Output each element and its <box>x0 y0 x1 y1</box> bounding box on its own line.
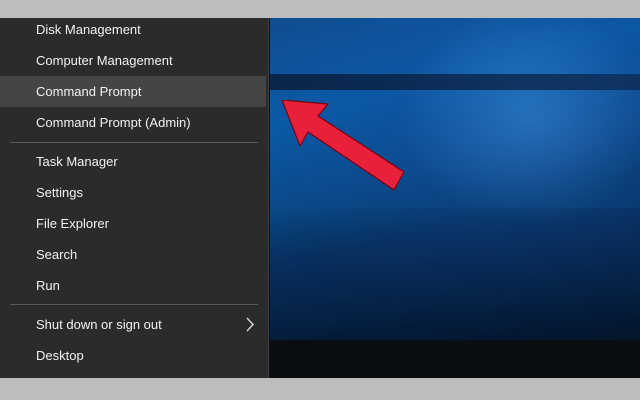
menu-item-label: Run <box>36 278 60 293</box>
menu-separator <box>10 304 258 305</box>
menu-separator <box>10 142 258 143</box>
menu-item-label: Shut down or sign out <box>36 317 162 332</box>
red-arrow-icon <box>281 100 405 191</box>
menu-item-label: Computer Management <box>36 53 173 68</box>
menu-item-label: Disk Management <box>36 22 141 37</box>
menu-item-computer-management[interactable]: Computer Management <box>0 45 266 76</box>
wallpaper-band <box>270 74 640 90</box>
menu-item-label: Task Manager <box>36 154 118 169</box>
menu-item-label: Command Prompt <box>36 84 142 99</box>
menu-item-label: File Explorer <box>36 216 109 231</box>
menu-item-desktop[interactable]: Desktop <box>0 340 266 371</box>
screen: Disk Management Computer Management Comm… <box>0 18 640 378</box>
menu-item-file-explorer[interactable]: File Explorer <box>0 208 266 239</box>
menu-item-label: Search <box>36 247 78 262</box>
wallpaper-shade <box>270 208 640 340</box>
menu-item-label: Desktop <box>36 348 84 363</box>
menu-item-run[interactable]: Run <box>0 270 266 301</box>
power-user-menu: Disk Management Computer Management Comm… <box>0 18 269 378</box>
taskbar-area <box>270 340 640 378</box>
menu-item-command-prompt-admin[interactable]: Command Prompt (Admin) <box>0 107 266 138</box>
menu-item-command-prompt[interactable]: Command Prompt <box>0 76 266 107</box>
menu-item-search[interactable]: Search <box>0 239 266 270</box>
menu-item-shut-down[interactable]: Shut down or sign out <box>0 309 266 340</box>
chevron-right-icon <box>246 317 254 332</box>
menu-item-settings[interactable]: Settings <box>0 177 266 208</box>
menu-item-label: Settings <box>36 185 83 200</box>
menu-item-task-manager[interactable]: Task Manager <box>0 146 266 177</box>
menu-item-disk-management[interactable]: Disk Management <box>0 18 266 45</box>
menu-item-label: Command Prompt (Admin) <box>36 115 191 130</box>
screenshot-frame: Disk Management Computer Management Comm… <box>0 0 640 400</box>
